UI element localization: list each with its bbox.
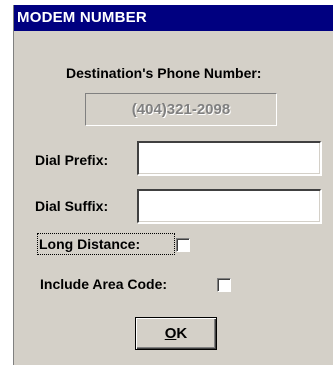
destination-phone-label: Destination's Phone Number: bbox=[66, 65, 262, 81]
phone-number-display: (404)321-2098 bbox=[85, 93, 277, 126]
long-distance-checkbox[interactable] bbox=[176, 238, 190, 252]
include-area-code-checkbox[interactable] bbox=[217, 278, 231, 292]
modem-number-dialog: MODEM NUMBER Destination's Phone Number:… bbox=[13, 5, 333, 365]
ok-label-rest: K bbox=[176, 325, 188, 342]
dial-suffix-label: Dial Suffix: bbox=[35, 198, 109, 214]
ok-button[interactable]: OK bbox=[135, 317, 217, 350]
include-area-code-label[interactable]: Include Area Code: bbox=[40, 276, 167, 292]
dial-prefix-label: Dial Prefix: bbox=[35, 152, 109, 168]
dial-suffix-input[interactable] bbox=[137, 189, 321, 223]
long-distance-label[interactable]: Long Distance: bbox=[39, 236, 140, 252]
dial-prefix-input[interactable] bbox=[137, 141, 321, 175]
dialog-title: MODEM NUMBER bbox=[14, 5, 333, 31]
ok-accelerator: O bbox=[164, 325, 177, 342]
